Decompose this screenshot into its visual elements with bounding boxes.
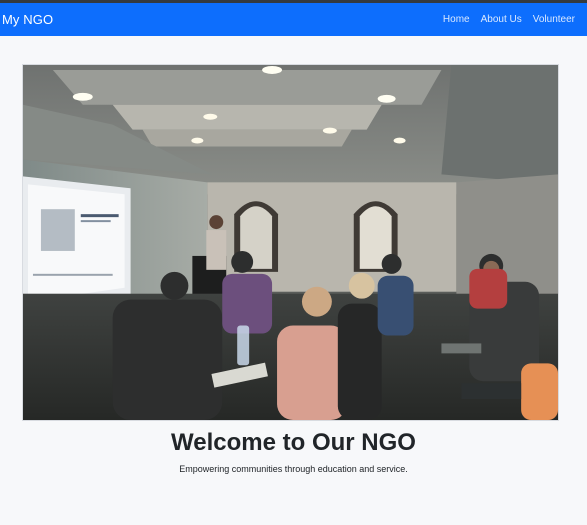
nav-link-about-us[interactable]: About Us (481, 14, 522, 25)
welcome-headline: Welcome to Our NGO (171, 429, 416, 456)
nav-links: Home About Us Volunteer (443, 14, 575, 25)
hero-image (22, 64, 559, 421)
nav-link-home[interactable]: Home (443, 14, 470, 25)
mission-subtext: Empowering communities through education… (179, 464, 408, 474)
nav-link-volunteer[interactable]: Volunteer (533, 14, 575, 25)
navbar-brand[interactable]: My NGO (2, 12, 53, 27)
top-navbar: My NGO Home About Us Volunteer (0, 3, 587, 36)
conference-room-photo (23, 65, 558, 420)
